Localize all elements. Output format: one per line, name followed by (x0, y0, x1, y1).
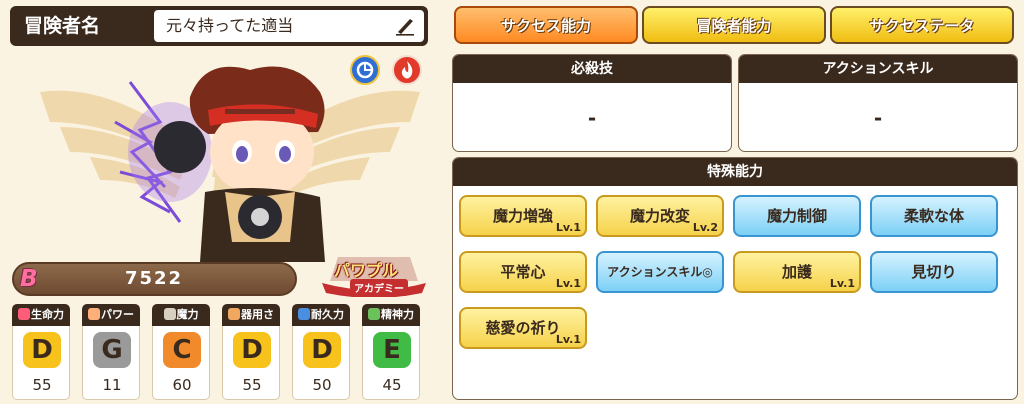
spirit-icon (368, 308, 380, 320)
panel-title: アクションスキル (739, 55, 1017, 83)
tab-success-ability[interactable]: サクセス能力 (454, 6, 638, 44)
stat-power: パワー G 11 (82, 304, 140, 400)
stat-value: 11 (102, 376, 122, 394)
stat-value: 55 (242, 376, 262, 394)
name-value: 元々持ってた適当 (166, 16, 294, 35)
panel-title: 必殺技 (453, 55, 731, 83)
stat-magic: 魔力 C 60 (152, 304, 210, 400)
tab-success-data[interactable]: サクセステータ (830, 6, 1014, 44)
rank-value: 7522 (124, 268, 184, 289)
ability-label: 加護 (781, 263, 812, 281)
stat-label: 魔力 (176, 308, 199, 321)
special-skill-panel: 必殺技 - (452, 54, 732, 152)
ability-button[interactable]: 魔力改変 Lv.2 (596, 195, 724, 237)
ability-button[interactable]: 平常心 Lv.1 (459, 251, 587, 293)
stat-life: 生命力 D 55 (12, 304, 70, 400)
magic-icon (163, 308, 176, 320)
stat-grade: D (23, 332, 61, 368)
ability-label: 平常心 (500, 263, 546, 281)
logo-subtext: アカデミー (350, 279, 408, 296)
stat-value: 50 (312, 376, 332, 394)
ability-level: Lv.1 (555, 333, 581, 346)
stat-label: 精神力 (381, 308, 414, 321)
ability-button[interactable]: 柔軟な体 (870, 195, 998, 237)
ability-level: Lv.2 (692, 221, 718, 234)
panel-title: 特殊能力 (453, 158, 1017, 186)
rank-letter: B (20, 266, 38, 292)
stat-grade: E (373, 332, 411, 368)
tab-adventurer-ability[interactable]: 冒険者能力 (642, 6, 826, 44)
stat-grade: G (93, 332, 131, 368)
ability-level: Lv.1 (555, 221, 581, 234)
ability-label: 魔力改変 (629, 207, 690, 225)
adventurer-name-bar: 冒険者名 元々持ってた適当 (10, 6, 428, 46)
fist-left (154, 121, 206, 173)
element-fire-icon (392, 55, 422, 85)
ability-level: Lv.1 (829, 277, 855, 290)
ability-label: 柔軟な体 (903, 207, 964, 225)
name-field[interactable]: 元々持ってた適当 (154, 10, 424, 42)
pen-icon[interactable] (394, 16, 416, 36)
ability-button[interactable]: アクションスキル◎ (596, 251, 724, 293)
panel-value: - (587, 106, 597, 130)
stat-label: パワー (101, 308, 134, 321)
ability-button[interactable]: 魔力制御 (733, 195, 861, 237)
stat-durability: 耐久力 D 50 (292, 304, 350, 400)
ability-button[interactable]: 魔力増強 Lv.1 (459, 195, 587, 237)
character-illustration (40, 66, 420, 262)
stat-grade: C (163, 332, 201, 368)
stat-grade: D (303, 332, 341, 368)
action-skill-panel: アクションスキル - (738, 54, 1018, 152)
element-water-icon (350, 55, 380, 85)
stat-value: 60 (172, 376, 192, 394)
stat-label: 器用さ (241, 308, 274, 321)
name-label: 冒険者名 (24, 15, 101, 37)
ability-button[interactable]: 慈愛の祈り Lv.1 (459, 307, 587, 349)
ability-button[interactable]: 見切り (870, 251, 998, 293)
hand-icon (228, 308, 240, 320)
stat-dexterity: 器用さ D 55 (222, 304, 280, 400)
rank-bar: B 7522 (12, 262, 297, 296)
ability-label: 慈愛の祈り (485, 319, 561, 337)
stat-spirit: 精神力 E 45 (362, 304, 420, 400)
ability-button[interactable]: 加護 Lv.1 (733, 251, 861, 293)
logo-text: パワプル (334, 261, 399, 280)
stats-row: 生命力 D 55 パワー G 11 魔力 C 60 器用さ D 55 耐久力 D… (12, 304, 432, 400)
heart-icon (18, 308, 30, 320)
ability-label: アクションスキル◎ (607, 265, 713, 279)
arm-icon (88, 308, 100, 320)
shield-icon (298, 308, 310, 320)
ability-label: 見切り (911, 263, 957, 281)
ability-level: Lv.1 (555, 277, 581, 290)
stat-label: 生命力 (31, 308, 64, 321)
stat-value: 55 (32, 376, 52, 394)
panel-value: - (873, 106, 883, 130)
stat-value: 45 (382, 376, 402, 394)
ability-label: 魔力増強 (492, 207, 553, 225)
ability-label: 魔力制御 (766, 207, 827, 225)
stat-grade: D (233, 332, 271, 368)
character-area (20, 52, 440, 262)
stat-label: 耐久力 (311, 308, 344, 321)
academy-logo: パワプル アカデミー (318, 253, 430, 297)
